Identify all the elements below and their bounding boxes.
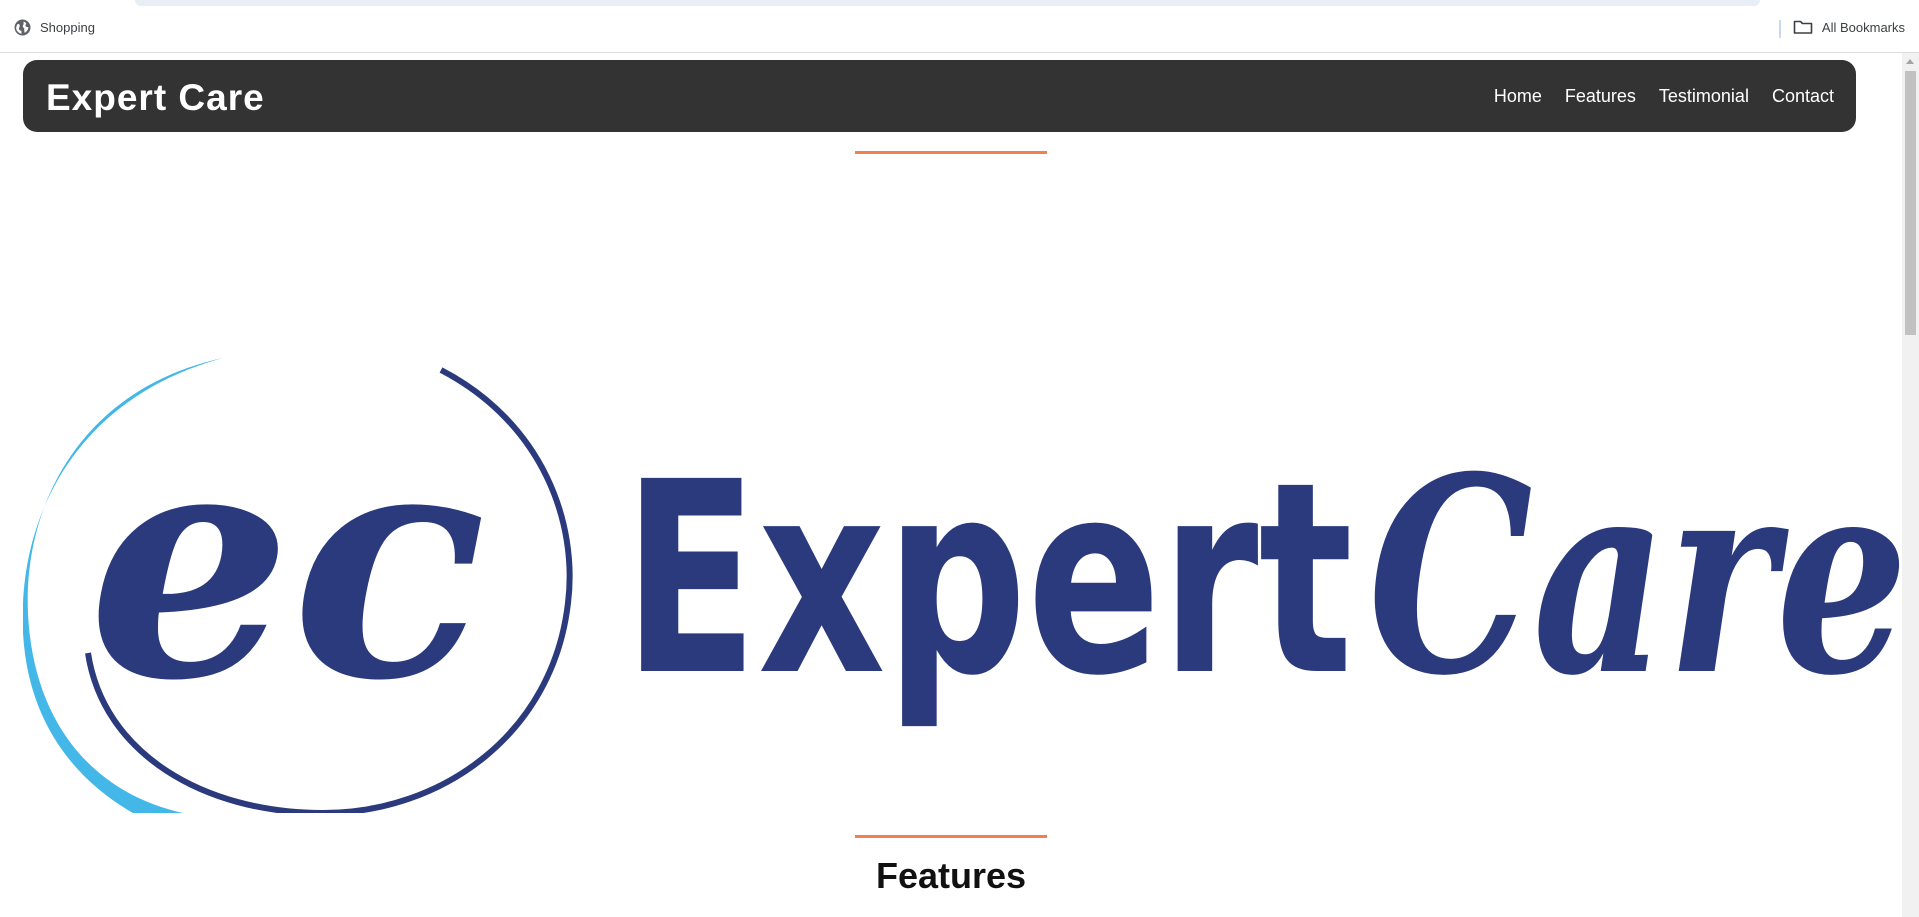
nav-link-features[interactable]: Features [1565, 85, 1636, 107]
bookmarks-separator [1779, 20, 1781, 38]
logo-wordmark-care: Care [1368, 417, 1903, 735]
nav-links: Home Features Testimonial Contact [1494, 85, 1834, 107]
bookmark-shopping[interactable]: Shopping [14, 19, 95, 36]
accent-divider-top [855, 151, 1047, 154]
scrollbar[interactable] [1902, 53, 1919, 917]
brand-title[interactable]: Expert Care [46, 78, 265, 118]
bookmark-all[interactable]: All Bookmarks [1793, 19, 1905, 35]
bookmark-all-label: All Bookmarks [1821, 19, 1905, 35]
logo-monogram: ec [88, 376, 486, 751]
features-heading: Features [875, 855, 1027, 896]
scroll-up-arrow-icon[interactable] [1906, 59, 1914, 64]
logo-wordmark-expert: Expert [623, 426, 1353, 734]
nav-link-testimonial[interactable]: Testimonial [1659, 85, 1749, 107]
folder-icon [1793, 20, 1813, 34]
bookmarks-bar: Shopping All Bookmarks [0, 6, 1919, 53]
nav-link-contact[interactable]: Contact [1772, 85, 1834, 107]
nav-link-home[interactable]: Home [1494, 85, 1542, 107]
scroll-thumb[interactable] [1905, 71, 1916, 335]
hero-logo: ec Expert Care [23, 358, 1903, 813]
page-viewport: Expert Care Home Features Testimonial Co… [0, 53, 1919, 917]
navbar: Expert Care Home Features Testimonial Co… [23, 60, 1856, 132]
accent-divider-features [855, 835, 1047, 838]
bookmark-shopping-label: Shopping [40, 20, 95, 35]
globe-icon [14, 19, 31, 36]
browser-window: Shopping All Bookmarks Expert Care Home … [0, 0, 1919, 917]
